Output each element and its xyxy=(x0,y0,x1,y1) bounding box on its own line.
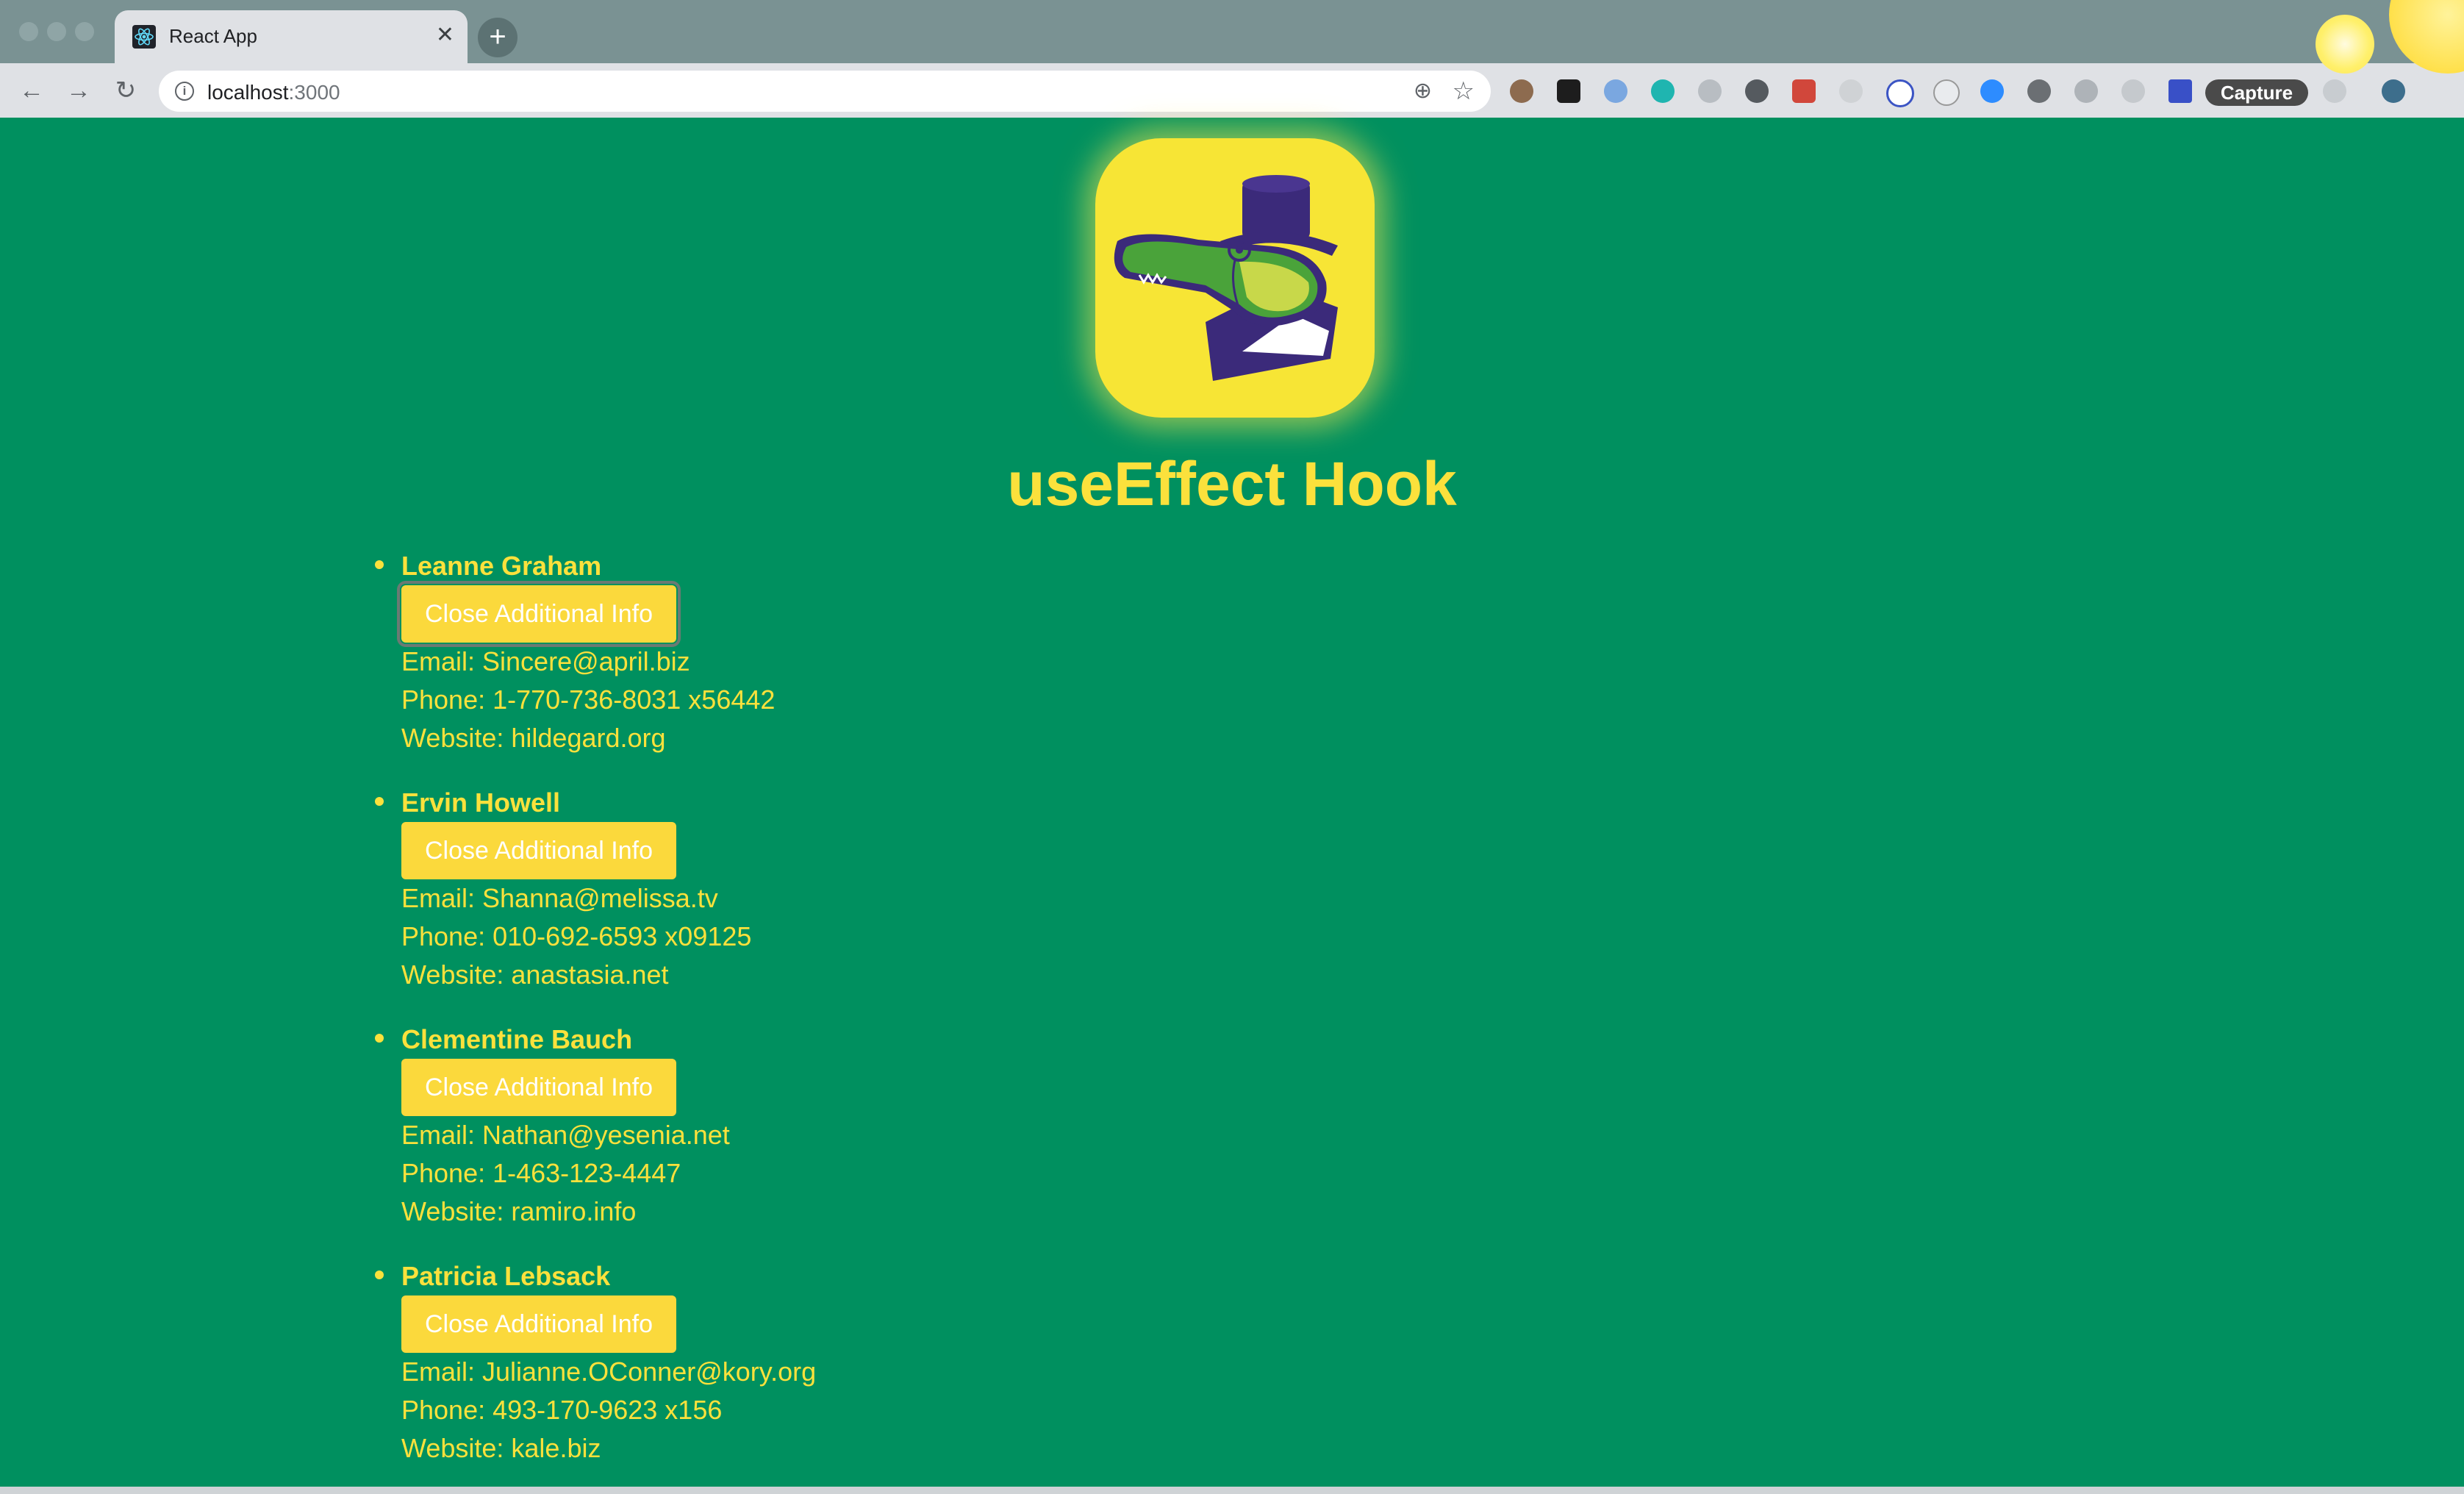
user-list: Leanne Graham Close Additional Info Emai… xyxy=(375,547,817,1494)
user-website: Website: ramiro.info xyxy=(401,1196,637,1226)
page-title: useEffect Hook xyxy=(1007,449,1457,518)
forward-arrow-icon[interactable]: → xyxy=(60,74,97,107)
tab-title: React App xyxy=(169,25,257,47)
tab-react-app[interactable]: React App ✕ xyxy=(115,10,468,63)
toolbar: ← → ↻ i localhost:3000 ⊕ ☆ Capture xyxy=(0,63,2464,118)
user-name: Patricia Lebsack xyxy=(401,1261,611,1291)
user-email: Email: Sincere@april.biz xyxy=(401,646,690,676)
window-bottom-edge xyxy=(0,1487,2464,1494)
user-phone: Phone: 1-463-123-4447 xyxy=(401,1158,681,1188)
reload-icon[interactable]: ↻ xyxy=(107,74,144,107)
user-phone: Phone: 010-692-6593 x09125 xyxy=(401,921,752,951)
capture-button[interactable]: Capture xyxy=(2205,79,2308,106)
extension-icon[interactable] xyxy=(2323,79,2346,103)
bullet-icon xyxy=(375,560,384,569)
extension-icon[interactable] xyxy=(1792,79,1816,103)
close-additional-info-button[interactable]: Close Additional Info xyxy=(401,1295,676,1353)
plus-icon[interactable]: + xyxy=(478,18,517,57)
page-content: useEffect Hook Leanne Graham Close Addit… xyxy=(0,118,2464,1487)
info-icon[interactable]: i xyxy=(175,82,194,101)
close-icon[interactable]: ✕ xyxy=(436,21,454,50)
react-icon xyxy=(132,25,156,49)
user-name: Leanne Graham xyxy=(401,551,602,581)
user-email: Email: Shanna@melissa.tv xyxy=(401,883,718,913)
window-minimize-icon[interactable] xyxy=(47,22,66,41)
bullet-icon xyxy=(375,797,384,806)
close-additional-info-button[interactable]: Close Additional Info xyxy=(401,1059,676,1116)
list-item: Patricia Lebsack Close Additional Info E… xyxy=(375,1257,817,1494)
user-email: Email: Nathan@yesenia.net xyxy=(401,1120,730,1150)
user-website: Website: hildegard.org xyxy=(401,723,666,753)
zoom-icon[interactable]: ⊕ xyxy=(1414,78,1432,104)
gator-logo-icon xyxy=(1095,138,1375,418)
window-maximize-icon[interactable] xyxy=(75,22,94,41)
extension-icon[interactable] xyxy=(1557,79,1580,103)
sun-cursor-icon xyxy=(2316,15,2374,74)
avatar[interactable] xyxy=(2382,79,2405,103)
extension-icon[interactable] xyxy=(2168,79,2192,103)
extension-icon[interactable] xyxy=(1698,79,1722,103)
star-icon[interactable]: ☆ xyxy=(1453,76,1475,106)
user-website: Website: anastasia.net xyxy=(401,959,669,990)
user-phone: Phone: 1-770-736-8031 x56442 xyxy=(401,685,776,715)
close-additional-info-button[interactable]: Close Additional Info xyxy=(397,581,681,647)
extensions-bar: Capture xyxy=(1507,74,2463,110)
user-name: Ervin Howell xyxy=(401,787,561,818)
close-additional-info-button[interactable]: Close Additional Info xyxy=(401,822,676,879)
address-bar[interactable]: i localhost:3000 ⊕ ☆ xyxy=(159,71,1491,112)
bullet-icon xyxy=(375,1034,384,1043)
bullet-icon xyxy=(375,1270,384,1279)
extension-icon[interactable] xyxy=(1604,79,1627,103)
user-email: Email: Julianne.OConner@kory.org xyxy=(401,1357,817,1387)
user-website: Website: kale.biz xyxy=(401,1433,601,1463)
extension-icon[interactable] xyxy=(1980,79,2004,103)
extension-icon[interactable] xyxy=(1839,79,1863,103)
extension-icon[interactable] xyxy=(1510,79,1533,103)
window-close-icon[interactable] xyxy=(19,22,38,41)
browser-chrome: React App ✕ + ← → ↻ i localhost:3000 ⊕ ☆ xyxy=(0,0,2464,118)
extension-icon[interactable] xyxy=(1651,79,1675,103)
url-text[interactable]: localhost:3000 xyxy=(207,81,340,104)
extension-icon[interactable] xyxy=(2074,79,2098,103)
tab-strip: React App ✕ + xyxy=(0,0,2464,63)
user-name: Clementine Bauch xyxy=(401,1024,633,1054)
list-item: Clementine Bauch Close Additional Info E… xyxy=(375,1021,816,1257)
extension-icon[interactable] xyxy=(2027,79,2051,103)
back-arrow-icon[interactable]: ← xyxy=(13,74,50,107)
list-item: Leanne Graham Close Additional Info Emai… xyxy=(375,547,816,784)
extension-icon[interactable] xyxy=(1745,79,1769,103)
user-phone: Phone: 493-170-9623 x156 xyxy=(401,1395,723,1425)
extension-icon[interactable] xyxy=(1933,79,1960,106)
extension-icon[interactable] xyxy=(2121,79,2145,103)
extension-icon[interactable] xyxy=(1886,79,1914,107)
list-item: Ervin Howell Close Additional Info Email… xyxy=(375,784,816,1021)
